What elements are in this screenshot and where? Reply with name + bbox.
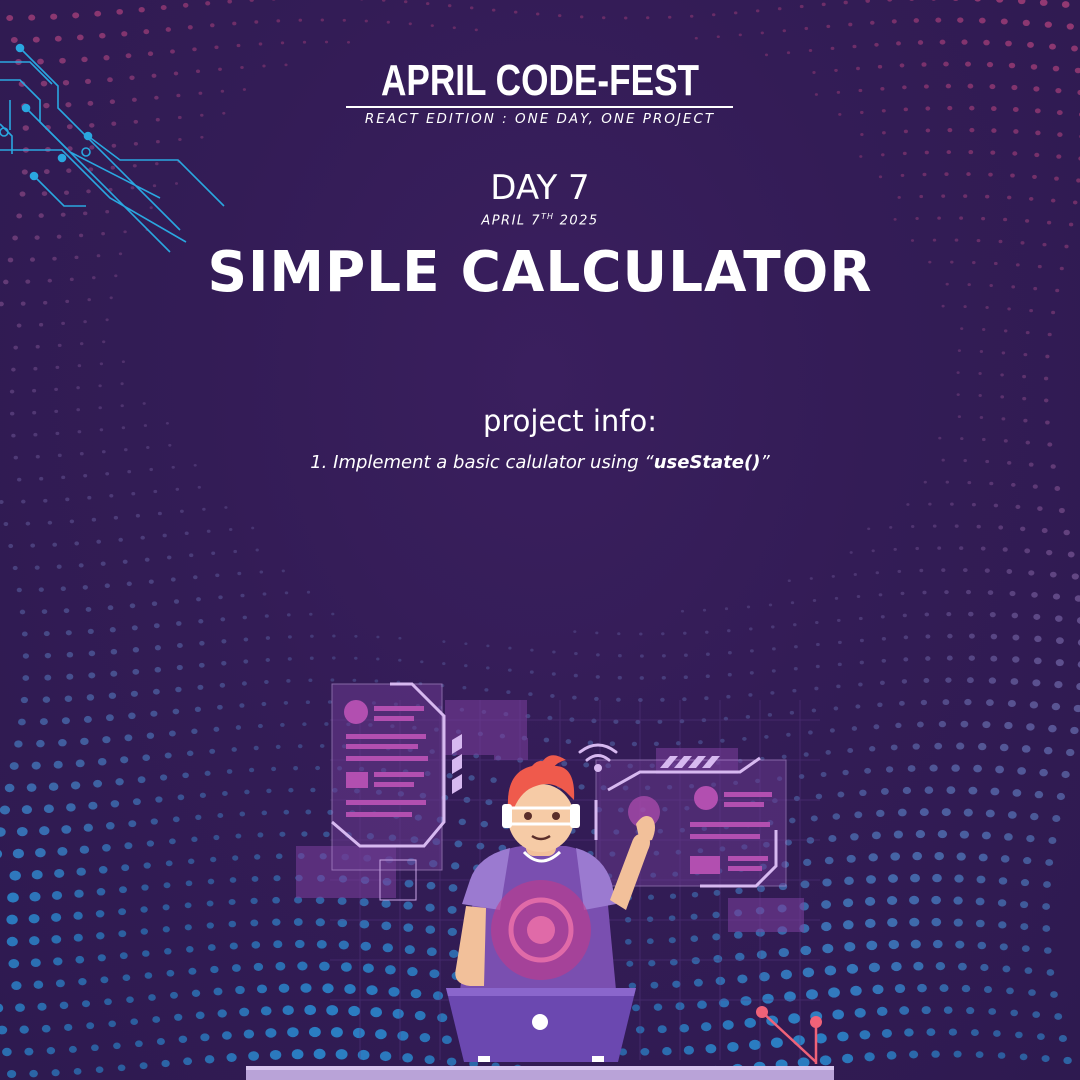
laptop-icon xyxy=(446,988,636,1062)
developer-illustration xyxy=(246,682,834,1080)
poster: APRIL CODE-FEST REACT EDITION : ONE DAY,… xyxy=(0,0,1080,1080)
left-hologram-panel xyxy=(331,682,462,901)
